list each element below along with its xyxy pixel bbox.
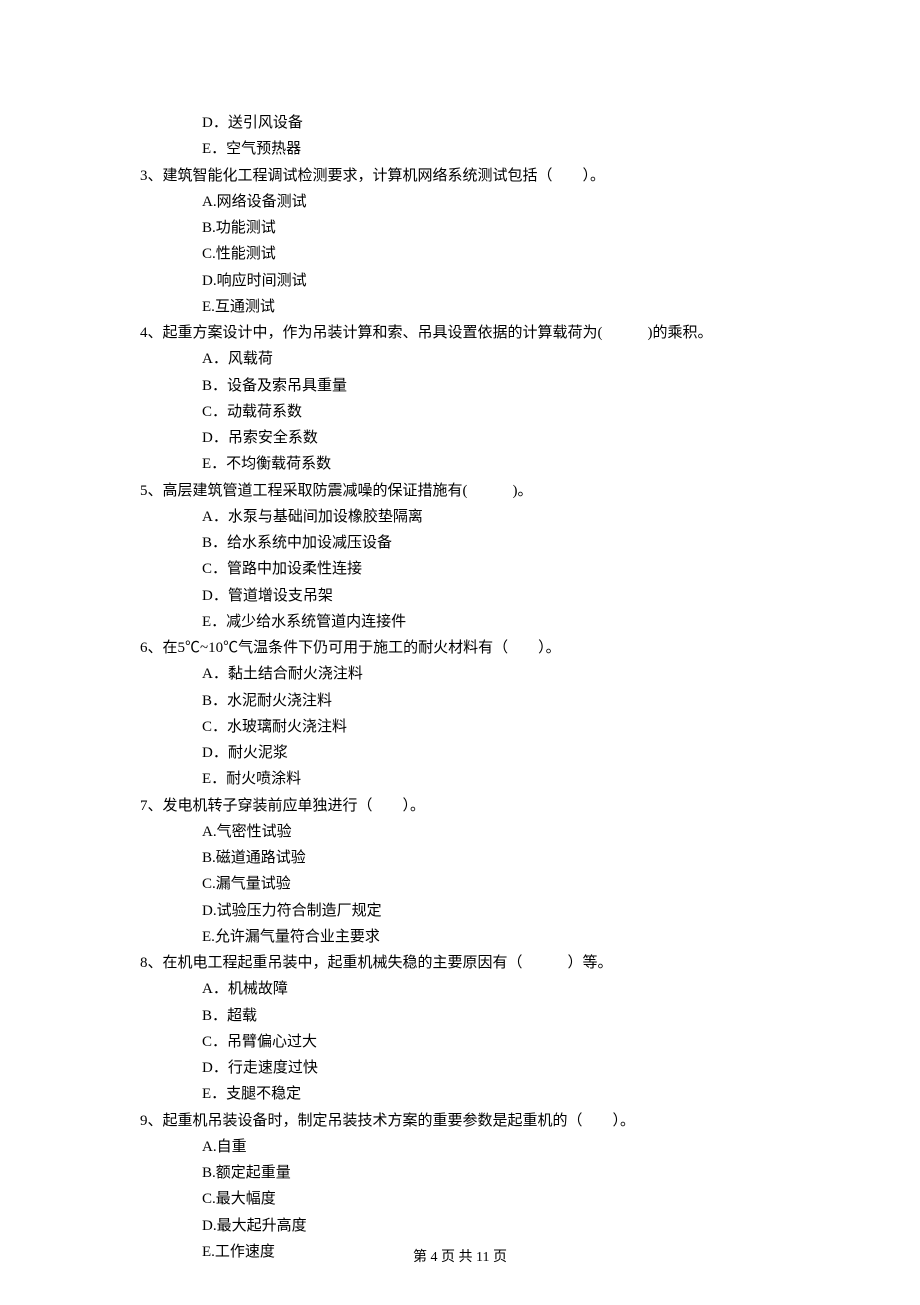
question-number: 5、 xyxy=(140,478,163,504)
option-item: A．机械故障 xyxy=(202,976,780,1002)
question: 5、 高层建筑管道工程采取防震减噪的保证措施有( )。 xyxy=(140,478,780,504)
question: 9、 起重机吊装设备时，制定吊装技术方案的重要参数是起重机的（ ）。 xyxy=(140,1108,780,1134)
option-item: B.功能测试 xyxy=(202,215,780,241)
option-item: C．水玻璃耐火浇注料 xyxy=(202,714,780,740)
question-number: 7、 xyxy=(140,793,163,819)
option-item: A.网络设备测试 xyxy=(202,189,780,215)
option-item: B.磁道通路试验 xyxy=(202,845,780,871)
question: 6、 在5℃~10℃气温条件下仍可用于施工的耐火材料有（ ）。 xyxy=(140,635,780,661)
option-item: B．水泥耐火浇注料 xyxy=(202,688,780,714)
option-item: D．吊索安全系数 xyxy=(202,425,780,451)
question: 3、 建筑智能化工程调试检测要求，计算机网络系统测试包括（ ）。 xyxy=(140,163,780,189)
option-item: B.额定起重量 xyxy=(202,1160,780,1186)
question-number: 3、 xyxy=(140,163,163,189)
option-item: B．给水系统中加设减压设备 xyxy=(202,530,780,556)
question: 7、 发电机转子穿装前应单独进行（ ）。 xyxy=(140,793,780,819)
question-number: 8、 xyxy=(140,950,163,976)
option-item: D．耐火泥浆 xyxy=(202,740,780,766)
option-item: C．吊臂偏心过大 xyxy=(202,1029,780,1055)
question-text: 起重方案设计中，作为吊装计算和索、吊具设置依据的计算载荷为( )的乘积。 xyxy=(163,320,780,346)
options: A．水泵与基础间加设橡胶垫隔离 B．给水系统中加设减压设备 C．管路中加设柔性连… xyxy=(140,504,780,635)
question-text: 高层建筑管道工程采取防震减噪的保证措施有( )。 xyxy=(163,478,780,504)
option-item: D．送引风设备 xyxy=(202,110,780,136)
option-item: D.最大起升高度 xyxy=(202,1213,780,1239)
option-item: E．空气预热器 xyxy=(202,136,780,162)
page-content: D．送引风设备 E．空气预热器 3、 建筑智能化工程调试检测要求，计算机网络系统… xyxy=(140,110,780,1265)
option-item: A．水泵与基础间加设橡胶垫隔离 xyxy=(202,504,780,530)
option-item: D.试验压力符合制造厂规定 xyxy=(202,898,780,924)
page-footer: 第 4 页 共 11 页 xyxy=(0,1246,920,1271)
orphan-options: D．送引风设备 E．空气预热器 xyxy=(140,110,780,163)
question-number: 6、 xyxy=(140,635,163,661)
question: 8、 在机电工程起重吊装中，起重机械失稳的主要原因有（ ）等。 xyxy=(140,950,780,976)
option-item: E.允许漏气量符合业主要求 xyxy=(202,924,780,950)
option-item: A.自重 xyxy=(202,1134,780,1160)
options: A．风载荷 B．设备及索吊具重量 C．动载荷系数 D．吊索安全系数 E．不均衡载… xyxy=(140,346,780,477)
option-item: E．不均衡载荷系数 xyxy=(202,451,780,477)
option-item: A.气密性试验 xyxy=(202,819,780,845)
option-item: E.互通测试 xyxy=(202,294,780,320)
question-text: 发电机转子穿装前应单独进行（ ）。 xyxy=(163,793,780,819)
option-item: B．超载 xyxy=(202,1003,780,1029)
question-text: 在5℃~10℃气温条件下仍可用于施工的耐火材料有（ ）。 xyxy=(163,635,780,661)
question-text: 建筑智能化工程调试检测要求，计算机网络系统测试包括（ ）。 xyxy=(163,163,780,189)
option-item: E．耐火喷涂料 xyxy=(202,766,780,792)
options: A.网络设备测试 B.功能测试 C.性能测试 D.响应时间测试 E.互通测试 xyxy=(140,189,780,320)
option-item: C．动载荷系数 xyxy=(202,399,780,425)
question-number: 4、 xyxy=(140,320,163,346)
options: A.气密性试验 B.磁道通路试验 C.漏气量试验 D.试验压力符合制造厂规定 E… xyxy=(140,819,780,950)
option-item: C．管路中加设柔性连接 xyxy=(202,556,780,582)
option-item: E．支腿不稳定 xyxy=(202,1081,780,1107)
question: 4、 起重方案设计中，作为吊装计算和索、吊具设置依据的计算载荷为( )的乘积。 xyxy=(140,320,780,346)
option-item: A．黏土结合耐火浇注料 xyxy=(202,661,780,687)
option-item: C.漏气量试验 xyxy=(202,871,780,897)
option-item: E．减少给水系统管道内连接件 xyxy=(202,609,780,635)
option-item: C.最大幅度 xyxy=(202,1186,780,1212)
question-number: 9、 xyxy=(140,1108,163,1134)
question-text: 起重机吊装设备时，制定吊装技术方案的重要参数是起重机的（ ）。 xyxy=(163,1108,780,1134)
option-item: D.响应时间测试 xyxy=(202,268,780,294)
options: A．黏土结合耐火浇注料 B．水泥耐火浇注料 C．水玻璃耐火浇注料 D．耐火泥浆 … xyxy=(140,661,780,792)
option-item: B．设备及索吊具重量 xyxy=(202,373,780,399)
option-item: C.性能测试 xyxy=(202,241,780,267)
option-item: A．风载荷 xyxy=(202,346,780,372)
options: A．机械故障 B．超载 C．吊臂偏心过大 D．行走速度过快 E．支腿不稳定 xyxy=(140,976,780,1107)
question-text: 在机电工程起重吊装中，起重机械失稳的主要原因有（ ）等。 xyxy=(163,950,780,976)
option-item: D．行走速度过快 xyxy=(202,1055,780,1081)
option-item: D．管道增设支吊架 xyxy=(202,583,780,609)
